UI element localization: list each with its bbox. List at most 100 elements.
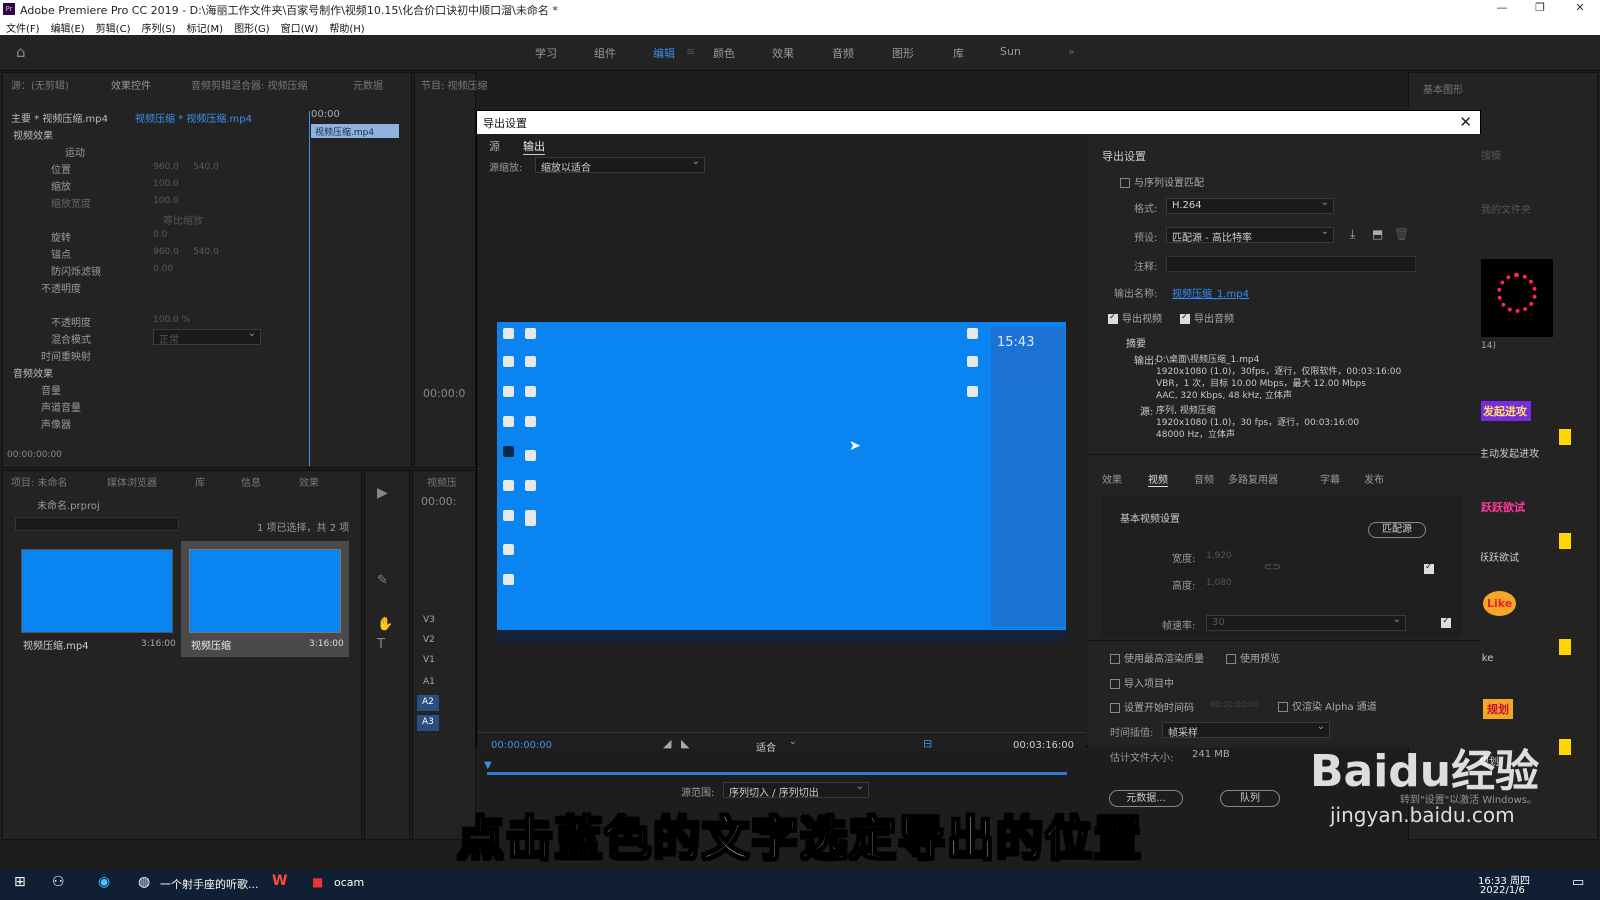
export-video-checkbox[interactable]: 导出视频 [1108,310,1162,325]
subtab-audio[interactable]: 音频 [1194,471,1214,486]
ws-menu-icon[interactable]: ≡ [686,45,695,58]
tab-media-browser[interactable]: 媒体浏览器 [107,474,157,489]
height-value[interactable]: 1,080 [1206,578,1232,588]
motion-label[interactable]: 运动 [65,144,85,159]
clip-master[interactable]: 主要 * 视频压缩.mp4 [11,110,108,125]
home-icon[interactable]: ⌂ [16,43,26,61]
max-quality-checkbox[interactable]: 使用最高渲染质量 [1110,650,1204,665]
ws-libraries[interactable]: 库 [953,45,964,61]
sticker-attack[interactable]: 发起进攻 [1479,401,1531,421]
use-preview-checkbox[interactable]: 使用预览 [1226,650,1280,665]
fit-select[interactable]: 适合 [751,736,801,754]
close-icon[interactable]: ✕ [1566,1,1594,17]
subtab-effects[interactable]: 效果 [1102,471,1122,486]
selection-tool-icon[interactable]: ▶ [377,485,388,501]
ws-assembly[interactable]: 组件 [594,45,616,61]
menu-edit[interactable]: 编辑(E) [51,20,90,35]
source-range-select[interactable]: 序列切入 / 序列切出 [723,781,869,799]
track-v2[interactable]: V2 [423,635,435,645]
checkbox-box[interactable] [1110,679,1120,689]
menu-help[interactable]: 帮助(H) [329,20,369,35]
menu-file[interactable]: 文件(F) [6,20,45,35]
tab-output-preview[interactable]: 输出 [523,138,545,155]
track-a2[interactable]: A2 [417,695,439,711]
tab-program[interactable]: 节目: 视频压缩 [421,77,488,92]
track-a3[interactable]: A3 [417,715,439,731]
item-name[interactable]: 视频压缩 [191,637,231,652]
match-sequence-checkbox[interactable]: 与序列设置匹配 [1120,174,1204,189]
ws-effects[interactable]: 效果 [772,45,794,61]
tab-metadata[interactable]: 元数据 [353,77,383,92]
favorite-marker-icon[interactable] [1559,639,1571,655]
rotation-value[interactable]: 0.0 [153,230,167,240]
interp-select[interactable]: 帧采样 [1162,721,1330,739]
checkbox-box[interactable] [1180,312,1190,324]
checkbox-box[interactable] [1120,178,1130,188]
graphics-search-input[interactable]: 搜模 [1481,147,1501,162]
thumbnail[interactable] [189,549,341,633]
subtab-video[interactable]: 视频 [1148,471,1168,487]
mark-out-icon[interactable]: ◣ [681,737,689,750]
position-y[interactable]: 540.0 [193,162,219,172]
checkbox-box[interactable] [1110,654,1120,664]
start-icon[interactable]: ⊞ [14,874,26,890]
anchor-y[interactable]: 540.0 [193,247,219,257]
alpha-only-checkbox[interactable]: 仅渲染 Alpha 通道 [1278,698,1377,713]
comment-input[interactable] [1166,256,1416,272]
ws-editing[interactable]: 编辑 [653,45,675,61]
save-preset-icon[interactable]: ⤓ [1350,227,1355,242]
clip-sequence-link[interactable]: 视频压缩 * 视频压缩.mp4 [135,110,252,125]
track-v1[interactable]: V1 [423,655,435,665]
delete-preset-icon[interactable]: 🗑 [1394,227,1409,241]
prop-uniform-scale[interactable]: 等比缩放 [163,212,203,227]
fps-checkbox[interactable] [1441,616,1452,628]
audio-channel-volume[interactable]: 声道音量 [41,399,81,414]
track-v3[interactable]: V3 [423,615,435,625]
time-remap-label[interactable]: 时间重映射 [41,348,91,363]
pen-tool-icon[interactable]: ✎ [377,573,388,588]
tab-effects[interactable]: 效果 [299,474,319,489]
link-icon[interactable]: ⊂⊃ [1264,562,1281,573]
wps-icon[interactable]: W [272,873,287,889]
menu-window[interactable]: 窗口(W) [281,20,324,35]
hand-tool-icon[interactable]: ✋ [377,617,393,632]
preset-select[interactable]: 匹配源 - 高比特率 [1166,226,1334,244]
subtab-publish[interactable]: 发布 [1364,471,1384,486]
opacity-label[interactable]: 不透明度 [41,280,81,295]
menu-graphics[interactable]: 图形(G) [234,20,275,35]
checkbox-box[interactable] [1110,703,1120,713]
format-select[interactable]: H.264 [1166,197,1334,214]
output-name-link[interactable]: 视频压缩_1.mp4 [1172,285,1249,300]
tab-essential-graphics[interactable]: 基本图形 [1423,81,1463,96]
notification-icon[interactable]: ▭ [1572,875,1584,890]
audio-volume[interactable]: 音量 [41,382,61,397]
project-search-input[interactable] [15,517,179,531]
sticker-like[interactable]: Like [1483,591,1517,616]
source-scale-select[interactable]: 缩放以适合 [535,156,705,174]
tab-timeline[interactable]: 视频压 [427,474,457,489]
tab-source[interactable]: 源：(无剪辑) [11,77,69,92]
ocam-icon[interactable]: ■ [312,875,323,889]
type-tool-icon[interactable]: T [377,637,385,652]
match-source-button[interactable]: 匹配源 [1368,522,1426,538]
start-timecode-value[interactable]: 00:00:00:00 [1210,700,1259,709]
thumbnail[interactable] [21,549,173,633]
app-icon[interactable]: ◍ [138,874,150,890]
task-view-icon[interactable]: ⚇ [52,874,65,890]
clock-date[interactable]: 2022/1/6 [1480,885,1525,896]
time-scrubber[interactable] [487,772,1067,775]
clip-bar[interactable]: 视频压缩.mp4 [311,124,399,138]
taskbar-item-ocam[interactable]: ocam [334,876,364,889]
tab-source-preview[interactable]: 源 [489,138,500,154]
favorite-marker-icon[interactable] [1559,429,1571,445]
minimize-icon[interactable]: — [1488,1,1516,17]
scale-value[interactable]: 100.0 [153,179,179,189]
tab-effect-controls[interactable]: 效果控件 [111,77,151,92]
favorite-marker-icon[interactable] [1559,533,1571,549]
basic-video-header[interactable]: 基本视频设置 [1120,510,1180,525]
ws-graphics[interactable]: 图形 [892,45,914,61]
subtab-captions[interactable]: 字幕 [1320,471,1340,486]
summary-header[interactable]: 摘要 [1126,335,1146,350]
tab-project[interactable]: 项目: 未命名 [11,474,68,489]
restore-icon[interactable]: ❐ [1526,1,1554,17]
